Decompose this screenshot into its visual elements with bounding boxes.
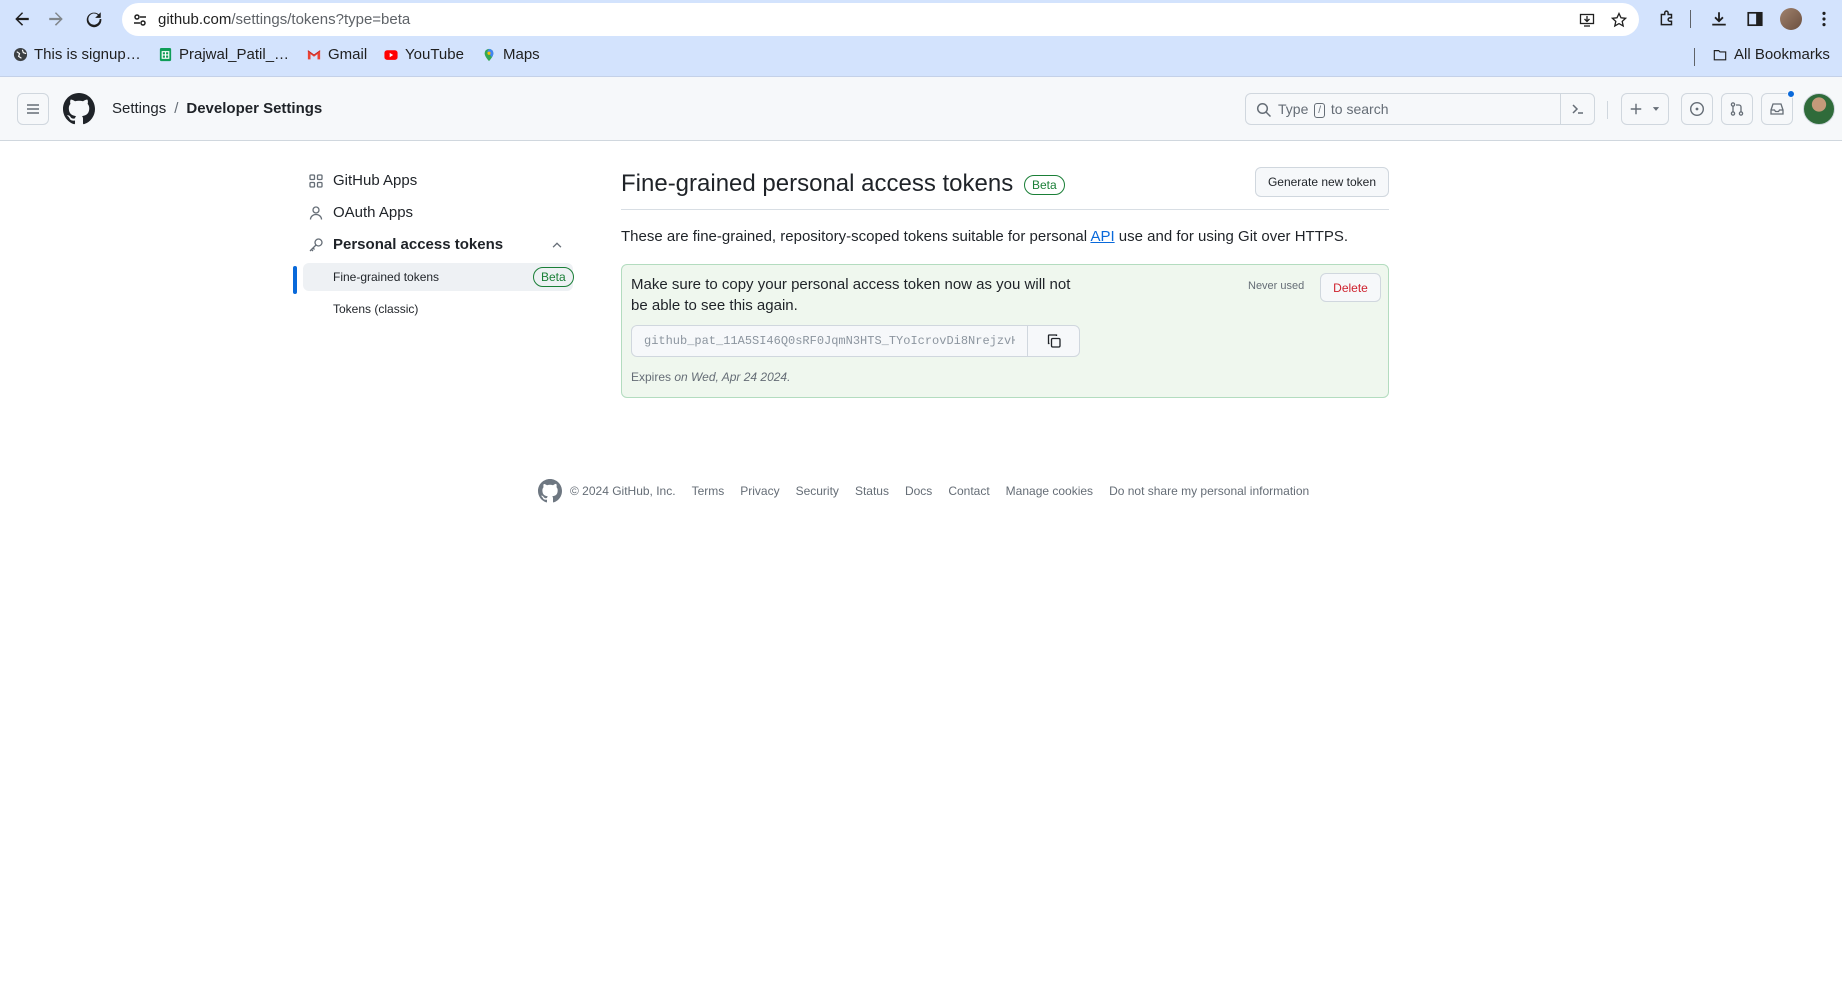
sidebar-item-label: OAuth Apps: [333, 204, 414, 221]
footer-link-terms[interactable]: Terms: [692, 484, 725, 498]
triangle-down-icon: [1652, 107, 1660, 111]
token-last-used: Never used: [1248, 280, 1305, 292]
sidebar-item-github-apps[interactable]: GitHub Apps: [293, 166, 573, 196]
footer-link-contact[interactable]: Contact: [948, 484, 989, 498]
avatar[interactable]: [1803, 93, 1835, 125]
chevron-up-icon[interactable]: [550, 238, 564, 252]
key-icon: [309, 238, 323, 252]
copy-icon: [1047, 334, 1061, 348]
install-app-icon[interactable]: [1576, 9, 1598, 31]
footer-link-security[interactable]: Security: [796, 484, 839, 498]
browser-chrome: github.com/settings/tokens?type=beta Thi…: [0, 0, 1842, 77]
maps-icon: [481, 47, 497, 63]
hamburger-icon: [27, 104, 39, 114]
bookmarks-bar: This is signup… Prajwal_Patil_… Gmail Yo…: [0, 42, 1842, 70]
bookmark-item[interactable]: This is signup…: [12, 46, 141, 63]
header-divider: [1607, 101, 1608, 119]
search-input[interactable]: Type / to search: [1245, 93, 1595, 125]
menu-button[interactable]: [17, 93, 49, 125]
downloads-icon[interactable]: [1707, 7, 1731, 31]
breadcrumb-settings[interactable]: Settings: [112, 100, 166, 117]
active-indicator: [293, 266, 297, 294]
search-placeholder: Type / to search: [1278, 101, 1389, 118]
github-logo-icon[interactable]: [538, 479, 562, 503]
sidebar-item-oauth-apps[interactable]: OAuth Apps: [293, 198, 573, 228]
api-link[interactable]: API: [1090, 228, 1114, 245]
browser-menu-icon[interactable]: [1812, 7, 1836, 31]
address-bar[interactable]: github.com/settings/tokens?type=beta: [122, 3, 1639, 36]
beta-badge: Beta: [533, 267, 574, 287]
sidebar-subitem-fine-grained-tokens[interactable]: Fine-grained tokens Beta: [303, 263, 574, 291]
create-new-button[interactable]: [1621, 93, 1669, 125]
page-footer: © 2024 GitHub, Inc. Terms Privacy Securi…: [538, 479, 1325, 503]
footer-copyright: © 2024 GitHub, Inc.: [570, 484, 676, 498]
intro-text: These are fine-grained, repository-scope…: [621, 228, 1349, 245]
sidebar-subitem-tokens-classic[interactable]: Tokens (classic): [303, 295, 573, 323]
page-title: Fine-grained personal access tokens: [621, 170, 1014, 197]
token-value-field[interactable]: [631, 325, 1028, 357]
delete-token-button[interactable]: Delete: [1320, 273, 1381, 302]
folder-icon: [1712, 47, 1728, 63]
github-logo-icon[interactable]: [63, 93, 95, 125]
breadcrumb-developer-settings[interactable]: Developer Settings: [186, 100, 322, 117]
sidebar-item-label: GitHub Apps: [333, 172, 418, 189]
terminal-icon: [1571, 104, 1583, 114]
inbox-button[interactable]: [1761, 93, 1793, 125]
git-pull-request-icon: [1730, 102, 1744, 116]
inbox-icon: [1770, 103, 1784, 115]
footer-link-manage-cookies[interactable]: Manage cookies: [1006, 484, 1093, 498]
search-shortcut-key: /: [1314, 102, 1326, 118]
reload-icon[interactable]: [82, 7, 106, 31]
apps-icon: [309, 174, 323, 188]
footer-link-status[interactable]: Status: [855, 484, 889, 498]
person-icon: [309, 206, 323, 220]
bookmark-item[interactable]: Maps: [481, 46, 540, 63]
forward-icon[interactable]: [44, 7, 68, 31]
browser-toolbar: github.com/settings/tokens?type=beta: [0, 0, 1842, 38]
browser-profile-avatar[interactable]: [1780, 8, 1802, 30]
footer-link-privacy[interactable]: Privacy: [740, 484, 779, 498]
footer-link-do-not-share[interactable]: Do not share my personal information: [1109, 484, 1309, 498]
bookmark-item[interactable]: Prajwal_Patil_…: [157, 46, 289, 63]
pull-requests-button[interactable]: [1721, 93, 1753, 125]
globe-icon: [12, 47, 28, 63]
all-bookmarks-button[interactable]: All Bookmarks: [1712, 46, 1830, 63]
back-icon[interactable]: [10, 7, 34, 31]
new-token-panel: Make sure to copy your personal access t…: [621, 264, 1389, 398]
bookmark-item[interactable]: Gmail: [306, 46, 367, 63]
generate-new-token-button[interactable]: Generate new token: [1255, 167, 1389, 197]
gmail-icon: [306, 47, 322, 63]
breadcrumb-separator: /: [174, 100, 179, 117]
sidebar-subitem-label: Fine-grained tokens: [333, 270, 440, 284]
sidebar-item-label: Personal access tokens: [333, 236, 504, 253]
command-palette-button[interactable]: [1560, 94, 1594, 124]
extensions-icon[interactable]: [1655, 7, 1679, 31]
url-text: github.com/settings/tokens?type=beta: [158, 11, 411, 28]
toolbar-divider: [1690, 10, 1691, 28]
github-header: Settings / Developer Settings Type / to …: [0, 77, 1842, 141]
title-beta-badge: Beta: [1024, 175, 1065, 195]
issue-opened-icon: [1689, 101, 1705, 117]
title-divider: [621, 209, 1389, 210]
bookmark-item[interactable]: YouTube: [383, 46, 464, 63]
issues-button[interactable]: [1681, 93, 1713, 125]
search-icon: [1256, 102, 1272, 118]
copy-token-button[interactable]: [1027, 325, 1080, 357]
sidebar-item-personal-access-tokens[interactable]: Personal access tokens: [293, 230, 573, 260]
notification-indicator: [1787, 90, 1795, 98]
token-expiration: Expires on Wed, Apr 24 2024.: [631, 370, 791, 384]
plus-icon: [1630, 103, 1642, 115]
sidebar-subitem-label: Tokens (classic): [333, 302, 419, 316]
side-panel-icon[interactable]: [1743, 7, 1767, 31]
sheets-icon: [157, 47, 173, 63]
breadcrumb: Settings / Developer Settings: [112, 100, 322, 117]
footer-link-docs[interactable]: Docs: [905, 484, 932, 498]
bookmarks-divider: [1694, 48, 1695, 66]
youtube-icon: [383, 47, 399, 63]
bookmark-star-icon[interactable]: [1608, 9, 1630, 31]
site-info-icon[interactable]: [130, 10, 150, 30]
copy-token-warning: Make sure to copy your personal access t…: [631, 276, 1071, 314]
